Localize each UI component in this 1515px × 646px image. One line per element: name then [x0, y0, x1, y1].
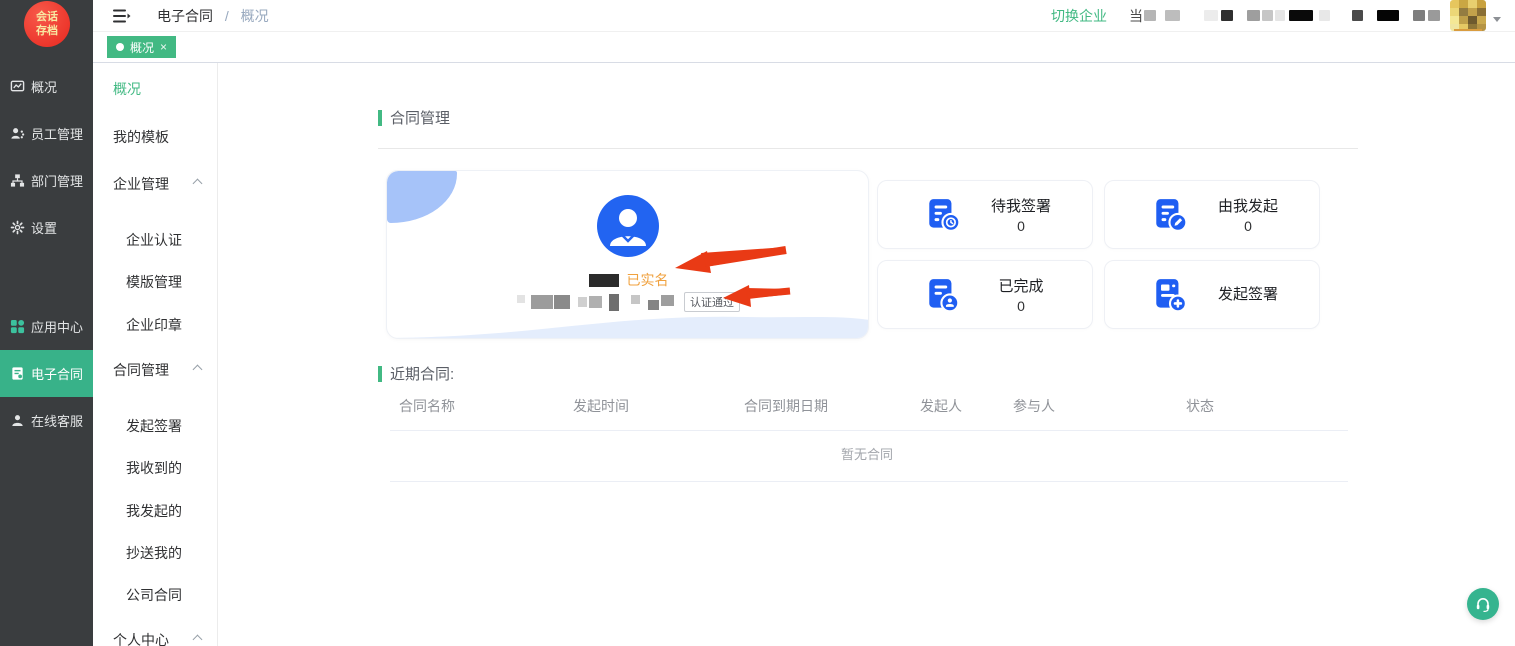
- header-right: 切换企业 当: [1051, 0, 1515, 31]
- redacted-company-info: [1144, 9, 1440, 23]
- col-contract-name: 合同名称: [399, 396, 455, 416]
- col-initiator: 发起人: [920, 396, 962, 416]
- avatar-dropdown-caret[interactable]: [1493, 17, 1501, 22]
- contract-icon: [10, 366, 25, 381]
- customer-service-icon: [10, 413, 25, 428]
- sidebar-item-label: 部门管理: [31, 171, 83, 190]
- submenu-item-enterprise-seal[interactable]: 企业印章: [93, 304, 217, 346]
- empty-state-text: 暂无合同: [377, 444, 1357, 463]
- chevron-up-icon: [193, 635, 203, 645]
- section-title-contract-mgmt: 合同管理: [378, 107, 450, 128]
- sidebar-item-label: 电子合同: [31, 364, 83, 383]
- logo-line2: 存档: [24, 24, 70, 38]
- employees-icon: [10, 126, 25, 141]
- profile-card: 已实名 认证通过: [386, 170, 869, 339]
- submenu-item-overview[interactable]: 概况: [93, 68, 217, 110]
- sidebar-item-label: 员工管理: [31, 124, 83, 143]
- stat-card-grid: 待我签署 0 由我发起 0 已完成 0: [877, 180, 1320, 329]
- decor-wave: [387, 308, 869, 338]
- realname-badge: 已实名: [627, 272, 669, 288]
- submenu-item-cc-me[interactable]: 抄送我的: [93, 532, 217, 574]
- sidebar-item-label: 概况: [31, 77, 57, 96]
- chevron-up-icon: [193, 365, 203, 375]
- stat-card-initiated-by-me[interactable]: 由我发起 0: [1104, 180, 1320, 249]
- col-initiate-time: 发起时间: [573, 396, 629, 416]
- sidebar-item-label: 在线客服: [31, 411, 83, 430]
- primary-sidebar: 会话 存档 概况 员工管理 部门管理 设置: [0, 0, 93, 646]
- primary-nav-lower: 应用中心 电子合同 在线客服: [0, 303, 93, 444]
- app-logo: 会话 存档: [24, 1, 70, 47]
- contracts-table-header: 合同名称 发起时间 合同到期日期 发起人 参与人 状态: [377, 396, 1357, 416]
- table-divider: [390, 481, 1348, 482]
- doc-plus-icon: [1151, 276, 1189, 314]
- sidebar-item-e-contract[interactable]: 电子合同: [0, 350, 93, 397]
- submenu-item-contract-mgmt[interactable]: 合同管理: [93, 349, 217, 391]
- tags-view-bar: 概况 ×: [93, 32, 1515, 63]
- redacted-name: [589, 274, 619, 287]
- col-status: 状态: [1186, 396, 1214, 416]
- section-accent-bar: [378, 110, 382, 126]
- submenu-item-company-contracts[interactable]: 公司合同: [93, 574, 217, 616]
- profile-company-row: 认证通过: [387, 293, 869, 311]
- switch-company-link[interactable]: 切换企业: [1051, 6, 1107, 26]
- submenu-item-initiate-sign[interactable]: 发起签署: [93, 405, 217, 447]
- sidebar-item-label: 设置: [31, 218, 57, 237]
- stat-card-initiate-signing[interactable]: 发起签署: [1104, 260, 1320, 329]
- submenu-item-enterprise-auth[interactable]: 企业认证: [93, 219, 217, 261]
- submenu-item-my-templates[interactable]: 我的模板: [93, 116, 217, 158]
- tab-label: 概况: [130, 39, 154, 56]
- current-company-prefix: 当: [1129, 6, 1143, 26]
- submenu-item-enterprise-mgmt[interactable]: 企业管理: [93, 163, 217, 205]
- profile-avatar-icon: [597, 195, 659, 257]
- settings-icon: [10, 220, 25, 235]
- section-title-recent-contracts: 近期合同:: [378, 363, 454, 384]
- breadcrumb-overview: 概况: [241, 8, 269, 24]
- col-participants: 参与人: [1013, 396, 1055, 416]
- table-divider: [390, 430, 1348, 431]
- chevron-up-icon: [193, 179, 203, 189]
- submenu-item-initiated[interactable]: 我发起的: [93, 490, 217, 532]
- col-expiry-date: 合同到期日期: [744, 396, 828, 416]
- sidebar-item-app-center[interactable]: 应用中心: [0, 303, 93, 350]
- primary-nav-top: 概况 员工管理 部门管理 设置: [0, 63, 93, 251]
- overview-icon: [10, 79, 25, 94]
- tab-overview[interactable]: 概况 ×: [107, 36, 176, 58]
- logo-line1: 会话: [24, 10, 70, 24]
- breadcrumb-e-contract[interactable]: 电子合同: [157, 8, 213, 24]
- divider: [378, 148, 1358, 149]
- stat-card-awaiting-my-sign[interactable]: 待我签署 0: [877, 180, 1093, 249]
- redacted-company-name: [517, 294, 674, 311]
- sidebar-item-employees[interactable]: 员工管理: [0, 110, 93, 157]
- departments-icon: [10, 173, 25, 188]
- submenu-item-template-mgmt[interactable]: 模版管理: [93, 261, 217, 303]
- submenu-item-received[interactable]: 我收到的: [93, 447, 217, 489]
- cert-passed-badge: 认证通过: [684, 292, 740, 312]
- doc-clock-icon: [924, 196, 962, 234]
- tab-close-icon[interactable]: ×: [160, 40, 167, 54]
- sidebar-item-label: 应用中心: [31, 317, 83, 336]
- secondary-sidebar: 概况 我的模板 企业管理 企业认证 模版管理 企业印章 合同管理 发起签署 我收…: [93, 63, 218, 646]
- profile-name-row: 已实名: [387, 270, 869, 286]
- section-accent-bar: [378, 366, 382, 382]
- customer-service-button[interactable]: [1467, 588, 1499, 620]
- decor-blob: [387, 171, 457, 223]
- stat-card-completed[interactable]: 已完成 0: [877, 260, 1093, 329]
- sidebar-item-settings[interactable]: 设置: [0, 204, 93, 251]
- sidebar-item-online-service[interactable]: 在线客服: [0, 397, 93, 444]
- apps-icon: [10, 319, 25, 334]
- sidebar-item-overview[interactable]: 概况: [0, 63, 93, 110]
- tab-active-dot: [116, 43, 124, 51]
- doc-stamp-icon: [924, 276, 962, 314]
- submenu-item-personal-center[interactable]: 个人中心: [93, 619, 217, 646]
- main-content: 合同管理 已实名: [219, 63, 1515, 646]
- doc-edit-icon: [1151, 196, 1189, 234]
- breadcrumb: 电子合同 / 概况: [157, 6, 269, 26]
- sidebar-item-departments[interactable]: 部门管理: [0, 157, 93, 204]
- top-header: 电子合同 / 概况 切换企业 当: [93, 0, 1515, 32]
- user-avatar[interactable]: [1450, 0, 1486, 31]
- collapse-menu-icon[interactable]: [113, 8, 131, 24]
- breadcrumb-separator: /: [225, 8, 229, 24]
